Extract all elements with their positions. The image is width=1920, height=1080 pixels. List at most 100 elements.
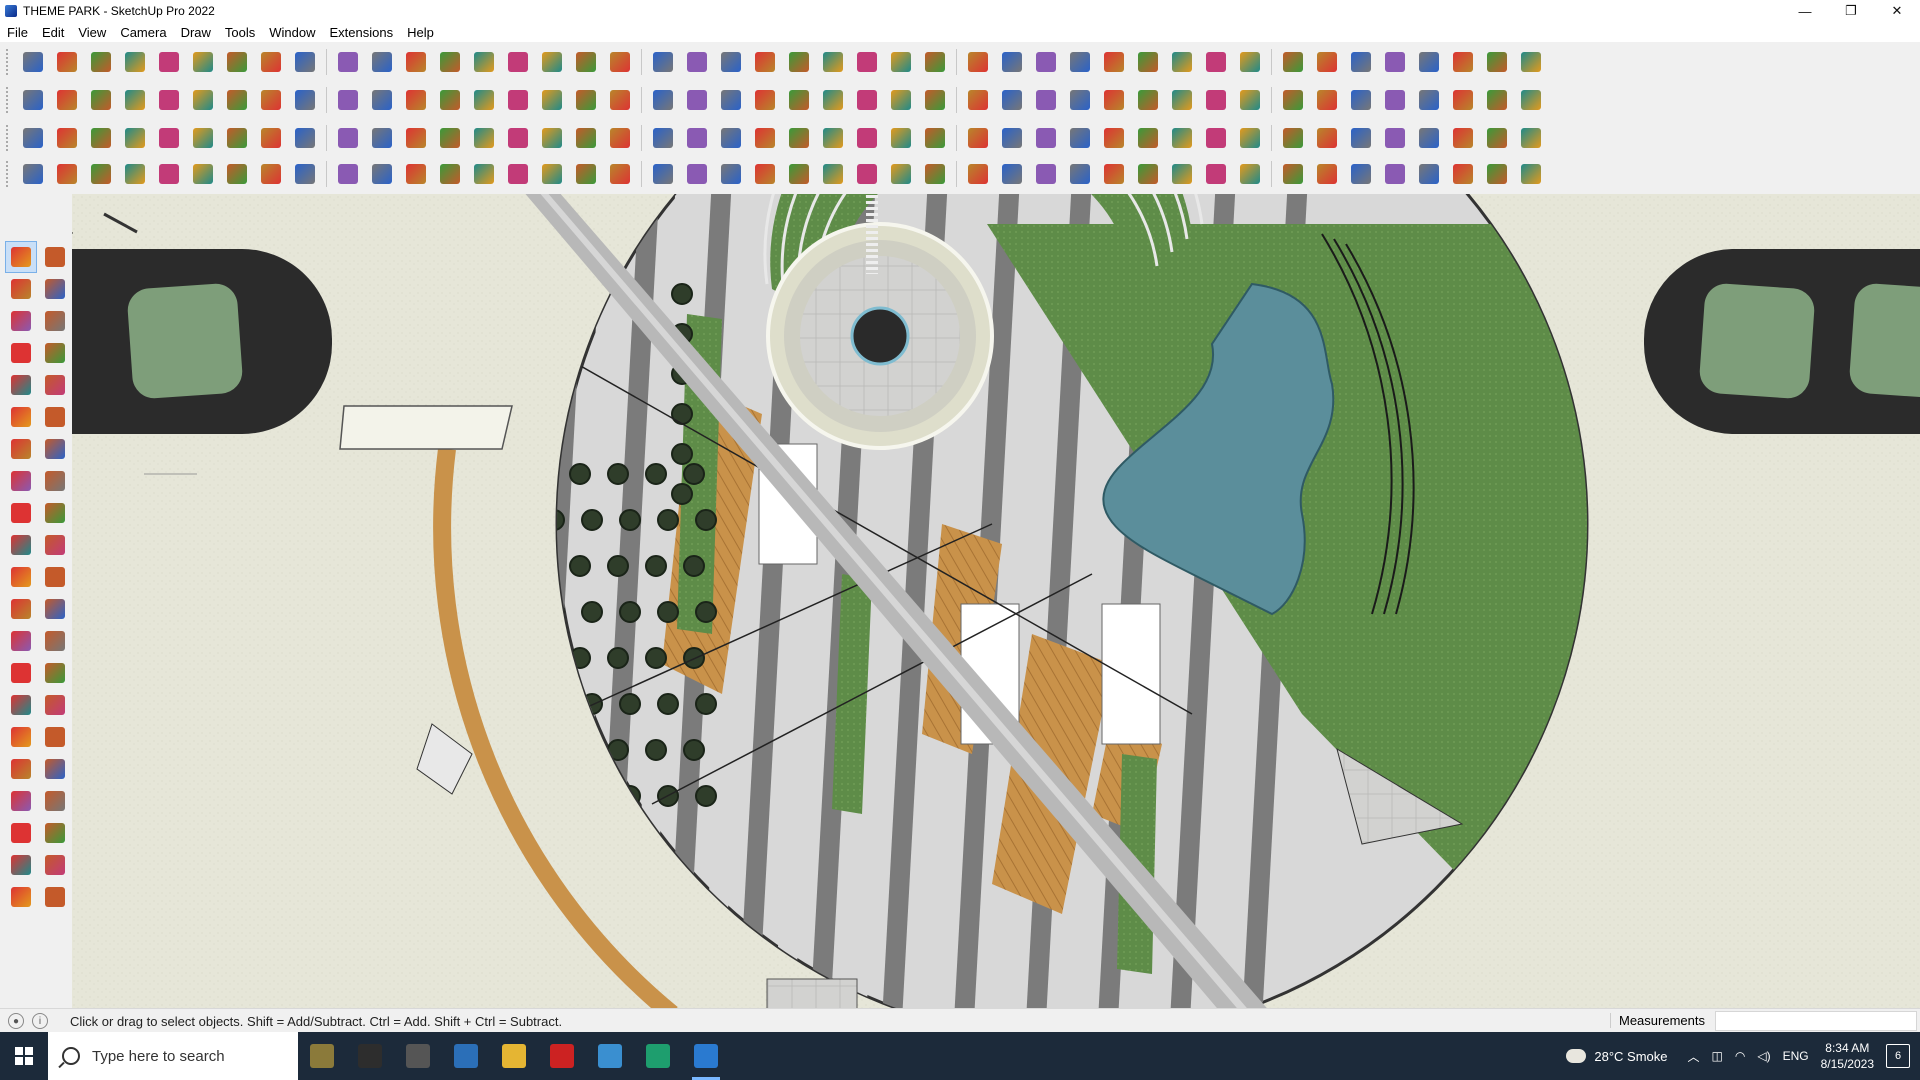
toolbar-grip[interactable] [6,87,12,113]
sketchup-taskbar-button[interactable] [682,1032,730,1080]
box-button[interactable] [19,86,47,114]
dimension-button[interactable] [189,86,217,114]
curve-button[interactable] [785,124,813,152]
texture-button[interactable] [436,124,464,152]
zoom-extents-button[interactable] [470,48,498,76]
arc-tool-button[interactable] [572,124,600,152]
pencil-button[interactable] [121,48,149,76]
components-tool-button[interactable] [6,306,36,336]
roof-button[interactable] [853,86,881,114]
tape-measure-button[interactable] [6,594,36,624]
redo-button[interactable] [1381,48,1409,76]
twist-button[interactable] [189,160,217,188]
hatch-button[interactable] [964,160,992,188]
grid-button[interactable] [853,124,881,152]
rotate-button[interactable] [257,48,285,76]
scale-tool-button[interactable] [6,562,36,592]
face-button[interactable] [998,124,1026,152]
house-button[interactable] [819,86,847,114]
weather-widget[interactable]: 28°C Smoke [1566,1049,1668,1064]
window-button[interactable] [751,124,779,152]
sandbox-a-button[interactable] [6,850,36,880]
tape-tool-button[interactable] [40,306,70,336]
curve-button[interactable] [1279,124,1307,152]
axes-tool-button[interactable] [6,658,36,688]
line-button[interactable] [504,160,532,188]
house-button[interactable] [257,86,285,114]
sandbox-b-button[interactable] [40,850,70,880]
measurements-input[interactable] [1715,1011,1917,1031]
toolbar-grip[interactable] [6,49,12,75]
layers-button[interactable] [1236,48,1264,76]
menu-file[interactable]: File [0,25,35,40]
line-button[interactable] [1483,160,1511,188]
texture-button[interactable] [921,124,949,152]
menu-tools[interactable]: Tools [218,25,262,40]
circle-tool-button[interactable] [6,402,36,432]
fillet-button[interactable] [257,160,285,188]
arc-button[interactable] [402,86,430,114]
scale-button[interactable] [998,48,1026,76]
shell-button[interactable] [1202,160,1230,188]
3d-text-button[interactable] [40,658,70,688]
curve-button[interactable] [291,124,319,152]
shell-button[interactable] [717,160,745,188]
terrain-button[interactable] [1100,86,1128,114]
follow-me-button[interactable] [998,86,1026,114]
select-button[interactable] [1449,48,1477,76]
polygon-button[interactable] [1483,86,1511,114]
undo-button[interactable] [649,48,677,76]
solid-tools-button[interactable] [1066,86,1094,114]
arc-tool-button[interactable] [1066,124,1094,152]
scale-button[interactable] [291,48,319,76]
start-button[interactable] [0,1032,48,1080]
rotated-rect-button[interactable] [40,370,70,400]
move-button[interactable] [223,48,251,76]
tree-button[interactable] [402,124,430,152]
tree-button[interactable] [887,124,915,152]
pattern-button[interactable] [368,160,396,188]
panel-button[interactable] [402,160,430,188]
dimension-tool-button[interactable] [40,594,70,624]
louver-button[interactable] [921,160,949,188]
panel-button[interactable] [1381,160,1409,188]
volume-icon[interactable]: ◁) [1757,1049,1770,1063]
zoom-extents-tool-button[interactable] [6,754,36,784]
freehand-button[interactable] [40,338,70,368]
zoom-button[interactable] [717,48,745,76]
wall-button[interactable] [1134,124,1162,152]
restore-button[interactable]: ❐ [1828,0,1874,22]
close-button[interactable]: ✕ [1874,0,1920,22]
plane-button[interactable] [538,124,566,152]
push-pull-button[interactable] [683,86,711,114]
folder-taskbar-button[interactable] [490,1032,538,1080]
roof-button[interactable] [1415,86,1443,114]
toolbar-grip[interactable] [6,125,12,151]
window-button[interactable] [257,124,285,152]
array-button[interactable] [334,160,362,188]
select-button[interactable] [751,48,779,76]
push-pull-tool-button[interactable] [40,498,70,528]
polygon-button[interactable] [921,86,949,114]
panel-button[interactable] [887,160,915,188]
move-button[interactable] [921,48,949,76]
select-tool-button[interactable] [5,241,37,273]
cylinder-button[interactable] [1202,86,1230,114]
bezier-button[interactable] [1032,160,1060,188]
fillet-button[interactable] [1236,160,1264,188]
arc-button[interactable] [1517,86,1545,114]
line-button[interactable] [998,160,1026,188]
fence-button[interactable] [1449,124,1477,152]
pie-tool-button[interactable] [40,434,70,464]
components-button[interactable] [606,48,634,76]
twist-button[interactable] [683,160,711,188]
cylinder-button[interactable] [87,86,115,114]
three-point-arc-button[interactable] [40,466,70,496]
axes-button[interactable] [717,86,745,114]
stairs-button[interactable] [189,124,217,152]
store-taskbar-button[interactable] [586,1032,634,1080]
grid-button[interactable] [368,124,396,152]
sandbox-button[interactable] [785,86,813,114]
sandbox-button[interactable] [1347,86,1375,114]
axes-button[interactable] [1279,86,1307,114]
